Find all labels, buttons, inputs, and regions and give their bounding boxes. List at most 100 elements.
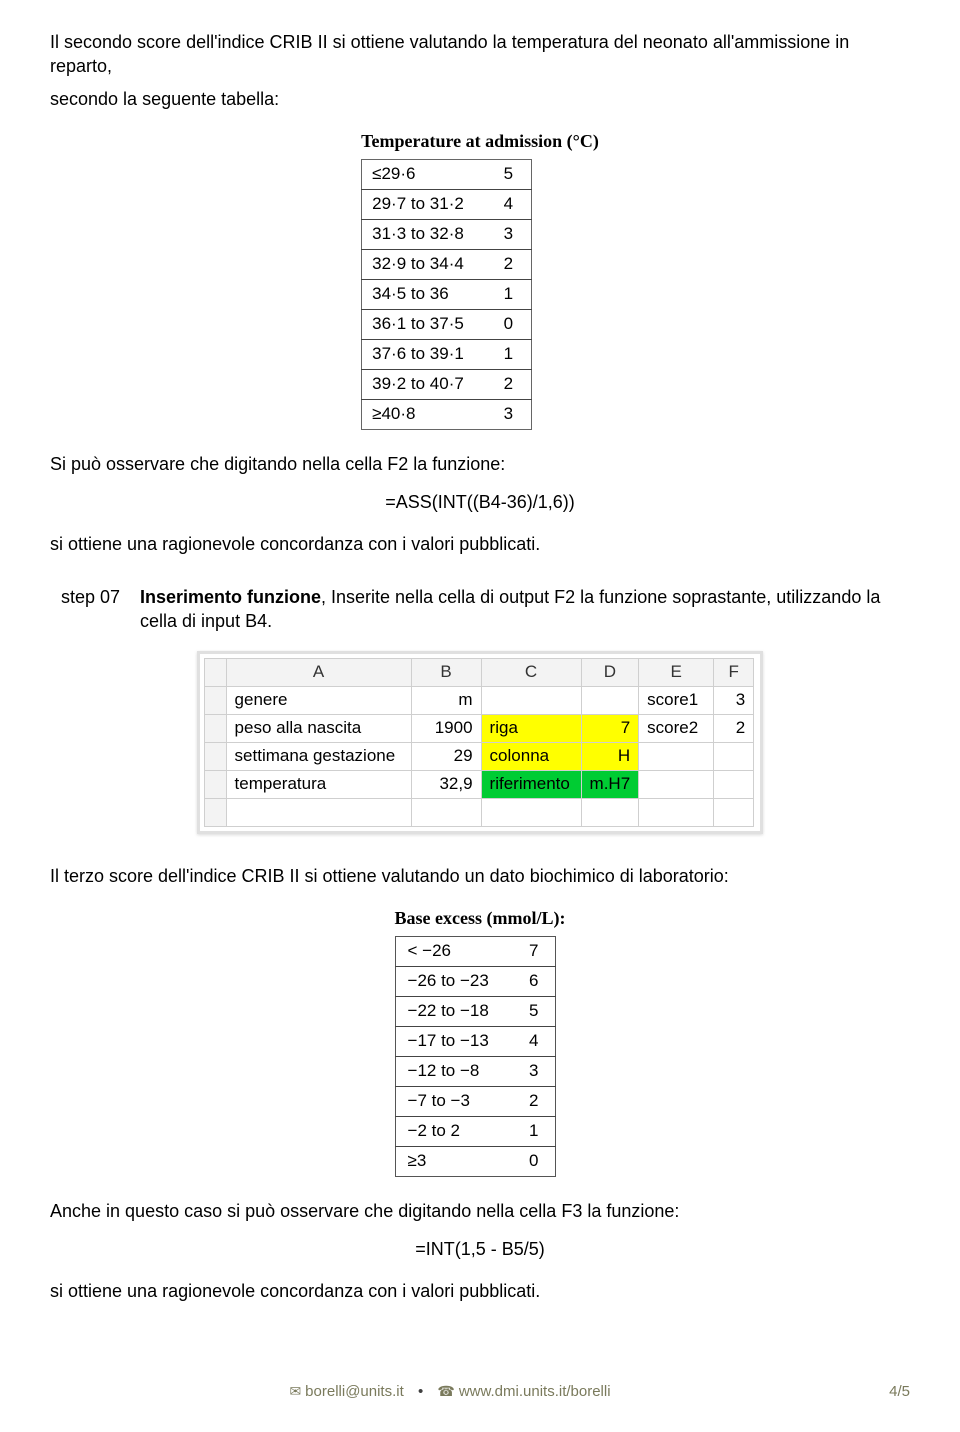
ss-cell: 32,9 [411, 770, 481, 798]
temp-score-cell: 1 [492, 339, 532, 369]
temp-range-cell: 32·9 to 34·4 [362, 250, 492, 280]
be-score-cell: 4 [515, 1027, 555, 1057]
ss-row-gutter [204, 770, 226, 798]
ss-cell [639, 742, 714, 770]
ss-col-header: E [639, 659, 714, 687]
step-block: step 07 Inserimento funzione, Inserite n… [50, 585, 910, 634]
be-score-cell: 5 [515, 997, 555, 1027]
be-score-cell: 7 [515, 937, 555, 967]
be-range-cell: −7 to −3 [395, 1087, 515, 1117]
concordance-2: si ottiene una ragionevole concordanza c… [50, 1279, 910, 1303]
temp-range-cell: ≥40·8 [362, 399, 492, 429]
temp-range-cell: 34·5 to 36 [362, 279, 492, 309]
ss-cell [714, 770, 754, 798]
temp-score-cell: 2 [492, 250, 532, 280]
ss-empty-cell [581, 798, 639, 826]
ss-col-header: D [581, 659, 639, 687]
temp-range-cell: 39·2 to 40·7 [362, 369, 492, 399]
temp-range-cell: 31·3 to 32·8 [362, 220, 492, 250]
be-range-cell: < −26 [395, 937, 515, 967]
temp-range-cell: ≤29·6 [362, 160, 492, 190]
ss-empty-cell [714, 798, 754, 826]
page-number: 4/5 [850, 1382, 910, 1402]
temp-score-cell: 0 [492, 309, 532, 339]
ss-cell: temperatura [226, 770, 411, 798]
mail-icon: ✉ [289, 1383, 301, 1399]
temp-score-cell: 3 [492, 220, 532, 250]
temp-score-cell: 4 [492, 190, 532, 220]
ss-col-header: F [714, 659, 754, 687]
ss-row-gutter [204, 687, 226, 715]
formula-1: =ASS(INT((B4-36)/1,6)) [50, 490, 910, 514]
temp-score-cell: 1 [492, 279, 532, 309]
ss-cell [714, 742, 754, 770]
temp-score-cell: 5 [492, 160, 532, 190]
ss-cell: H [581, 742, 639, 770]
ss-cell: score1 [639, 687, 714, 715]
spreadsheet-snippet: ABCDEF generem score13 peso alla nascita19… [197, 651, 763, 834]
ss-row-gutter [204, 714, 226, 742]
temp-score-cell: 3 [492, 399, 532, 429]
temp-range-cell: 36·1 to 37·5 [362, 309, 492, 339]
footer-email: borelli@units.it [305, 1383, 404, 1400]
ss-col-header: B [411, 659, 481, 687]
ss-cell: 1900 [411, 714, 481, 742]
be-range-cell: ≥3 [395, 1146, 515, 1176]
be-score-cell: 3 [515, 1057, 555, 1087]
ss-cell [481, 687, 581, 715]
be-score-cell: 6 [515, 967, 555, 997]
ss-cell: 2 [714, 714, 754, 742]
temp-score-cell: 2 [492, 369, 532, 399]
ss-cell: genere [226, 687, 411, 715]
ss-cell: settimana gestazione [226, 742, 411, 770]
ss-col-header: C [481, 659, 581, 687]
ss-cell: colonna [481, 742, 581, 770]
be-range-cell: −17 to −13 [395, 1027, 515, 1057]
ss-cell: 29 [411, 742, 481, 770]
temp-table-title: Temperature at admission (°C) [361, 129, 599, 153]
temp-range-cell: 37·6 to 39·1 [362, 339, 492, 369]
be-range-cell: −26 to −23 [395, 967, 515, 997]
ss-cell: m [411, 687, 481, 715]
footer-separator: • [418, 1383, 423, 1400]
intro-line-2: secondo la seguente tabella: [50, 87, 910, 111]
be-range-cell: −12 to −8 [395, 1057, 515, 1087]
intro-line-1: Il secondo score dell'indice CRIB II si … [50, 30, 910, 79]
ss-cell: score2 [639, 714, 714, 742]
intro-3: Il terzo score dell'indice CRIB II si ot… [50, 864, 910, 888]
formula-2: =INT(1,5 - B5/5) [50, 1237, 910, 1261]
ss-col-header: A [226, 659, 411, 687]
step-title: Inserimento funzione [140, 587, 321, 607]
footer-url: www.dmi.units.it/borelli [459, 1383, 611, 1400]
ss-empty-cell [639, 798, 714, 826]
step-body: Inserimento funzione, Inserite nella cel… [140, 585, 910, 634]
ss-cell: 7 [581, 714, 639, 742]
be-range-cell: −2 to 2 [395, 1116, 515, 1146]
observe-text-1: Si può osservare che digitando nella cel… [50, 452, 910, 476]
ss-cell: peso alla nascita [226, 714, 411, 742]
ss-cell: riga [481, 714, 581, 742]
ss-cell: riferimento [481, 770, 581, 798]
ss-cell [581, 687, 639, 715]
step-label: step 07 [50, 585, 140, 634]
observe-text-2: Anche in questo caso si può osservare ch… [50, 1199, 910, 1223]
ss-cell [639, 770, 714, 798]
be-score-cell: 1 [515, 1116, 555, 1146]
ss-empty-cell [481, 798, 581, 826]
base-excess-table: < −267−26 to −236−22 to −185−17 to −134−… [395, 936, 556, 1177]
ss-col-header [204, 659, 226, 687]
ss-empty-cell [411, 798, 481, 826]
ss-row-gutter [204, 742, 226, 770]
be-table-title: Base excess (mmol/L): [395, 906, 566, 930]
phone-icon: ☎ [437, 1383, 454, 1399]
ss-cell: 3 [714, 687, 754, 715]
ss-empty-cell [226, 798, 411, 826]
concordance-1: si ottiene una ragionevole concordanza c… [50, 532, 910, 556]
be-score-cell: 2 [515, 1087, 555, 1117]
temperature-table: ≤29·6529·7 to 31·2431·3 to 32·8332·9 to … [361, 159, 532, 429]
temp-range-cell: 29·7 to 31·2 [362, 190, 492, 220]
be-range-cell: −22 to −18 [395, 997, 515, 1027]
be-score-cell: 0 [515, 1146, 555, 1176]
ss-empty-cell [204, 798, 226, 826]
page-footer: ✉borelli@units.it • ☎ www.dmi.units.it/bo… [50, 1374, 910, 1402]
